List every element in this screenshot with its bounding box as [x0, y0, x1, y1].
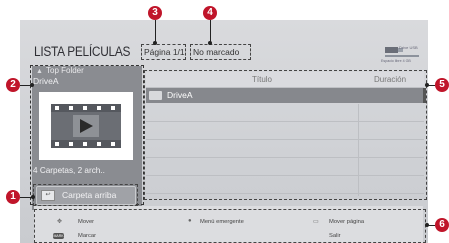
callout-5-dot [425, 83, 429, 87]
callout-6: 6 [435, 218, 449, 232]
usb-free-space: Espacio libre 4 GB [381, 59, 411, 63]
callout-1: 1 [6, 190, 20, 204]
callout-2: 2 [6, 78, 20, 92]
hint-exit: Salir [329, 233, 341, 239]
usb-label: Drive USB [399, 45, 418, 50]
callout-3-dot [153, 41, 157, 45]
top-folder-label[interactable]: Top Folder [46, 66, 84, 75]
film-icon [51, 104, 121, 148]
callout-3-line [155, 20, 156, 42]
drive-name: DriveA [33, 76, 59, 86]
page-title: LISTA PELÍCULAS [34, 44, 131, 59]
list-outline [144, 70, 427, 200]
hint-mark: Marcar [78, 233, 97, 239]
dpad-icon: ✥ [57, 219, 63, 225]
parent-folder-label: Carpeta arriba [62, 190, 117, 200]
mark-icon: MARK [53, 233, 64, 239]
hint-popup-menu: Menú emergente [200, 219, 244, 225]
callout-2-dot [30, 83, 34, 87]
folder-up-arrow-icon: ▲ [36, 68, 43, 75]
mark-status: No marcado [190, 44, 251, 60]
folder-thumbnail [39, 92, 133, 160]
page-indicator: Página 1/1 [141, 44, 186, 60]
hint-move-page: Mover página [329, 219, 365, 225]
callout-3: 3 [148, 6, 162, 20]
folder-summary: 4 Carpetas, 2 arch.. [33, 166, 105, 175]
callout-1-dot [31, 195, 35, 199]
back-arrow-icon: ↩ [41, 190, 55, 201]
hint-move: Mover [78, 219, 95, 225]
page-icon: ▭ [313, 219, 319, 225]
callout-6-dot [425, 223, 429, 227]
callout-4: 4 [203, 6, 217, 20]
callout-4-dot [208, 41, 212, 45]
callout-4-line [210, 20, 211, 42]
callout-5: 5 [435, 78, 449, 92]
ok-icon: ● [188, 218, 192, 224]
